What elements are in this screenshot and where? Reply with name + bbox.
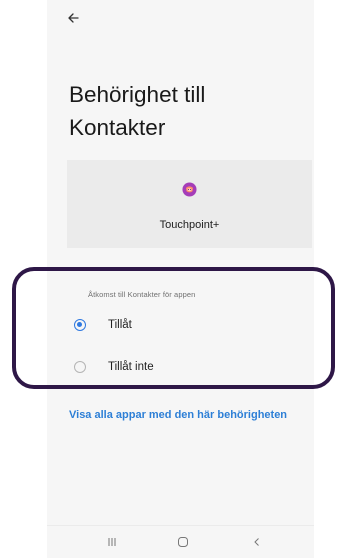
recents-icon: [108, 538, 116, 546]
app-card: Touchpoint+: [67, 160, 312, 248]
option-allow-label: Tillåt: [108, 319, 132, 331]
back-arrow-icon: [67, 13, 79, 23]
app-name: Touchpoint+: [159, 219, 220, 231]
recents-button[interactable]: [104, 534, 120, 550]
option-allow[interactable]: Tillåt: [74, 319, 132, 331]
see-all-apps-link[interactable]: Visa alla appar med den här behörigheten: [69, 409, 299, 422]
radio-unchecked-icon[interactable]: [74, 361, 86, 373]
system-navigation-bar: [47, 525, 314, 558]
home-button[interactable]: [175, 534, 191, 550]
permission-section-label: Åtkomst till Kontakter för appen: [88, 290, 196, 299]
radio-checked-icon[interactable]: [74, 319, 86, 331]
nav-back-button[interactable]: [249, 534, 265, 550]
back-arrow-button[interactable]: [66, 10, 80, 26]
page-title: Behörighet till Kontakter: [69, 82, 206, 140]
touchpoint-app-icon: [182, 182, 197, 197]
home-icon: [178, 537, 188, 547]
highlight-frame: [12, 267, 335, 389]
back-icon: [254, 538, 259, 546]
option-deny[interactable]: Tillåt inte: [74, 361, 154, 373]
option-deny-label: Tillåt inte: [108, 361, 154, 373]
